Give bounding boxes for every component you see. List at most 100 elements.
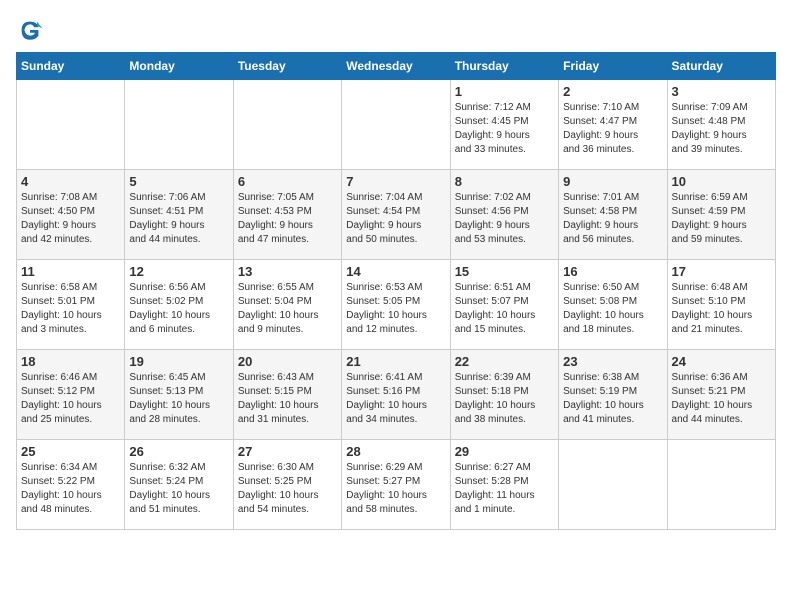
- day-info: Sunrise: 7:06 AM Sunset: 4:51 PM Dayligh…: [129, 191, 228, 247]
- calendar-cell: [17, 80, 125, 170]
- day-number: 3: [672, 84, 771, 99]
- calendar-cell: 24 Sunrise: 6:36 AM Sunset: 5:21 PM Dayli…: [667, 350, 775, 440]
- calendar-cell: 10 Sunrise: 6:59 AM Sunset: 4:59 PM Dayli…: [667, 170, 775, 260]
- calendar-cell: 11 Sunrise: 6:58 AM Sunset: 5:01 PM Dayli…: [17, 260, 125, 350]
- calendar-cell: [667, 440, 775, 530]
- day-number: 9: [563, 174, 662, 189]
- day-info: Sunrise: 6:59 AM Sunset: 4:59 PM Dayligh…: [672, 191, 771, 247]
- calendar-week-row: 1Sunrise: 7:12 AM Sunset: 4:45 PM Daylig…: [17, 80, 776, 170]
- day-info: Sunrise: 6:30 AM Sunset: 5:25 PM Dayligh…: [238, 461, 337, 517]
- day-number: 6: [238, 174, 337, 189]
- calendar-cell: 2 Sunrise: 7:10 AM Sunset: 4:47 PM Daylig…: [559, 80, 667, 170]
- calendar-cell: 18 Sunrise: 6:46 AM Sunset: 5:12 PM Dayli…: [17, 350, 125, 440]
- calendar-cell: 19 Sunrise: 6:45 AM Sunset: 5:13 PM Dayli…: [125, 350, 233, 440]
- day-number: 17: [672, 264, 771, 279]
- day-info: Sunrise: 6:34 AM Sunset: 5:22 PM Dayligh…: [21, 461, 120, 517]
- page-header: [16, 16, 776, 44]
- day-info: Sunrise: 7:09 AM Sunset: 4:48 PM Dayligh…: [672, 101, 771, 157]
- calendar-week-row: 4 Sunrise: 7:08 AM Sunset: 4:50 PM Daylig…: [17, 170, 776, 260]
- day-number: 4: [21, 174, 120, 189]
- day-number: 21: [346, 354, 445, 369]
- calendar-cell: 17 Sunrise: 6:48 AM Sunset: 5:10 PM Dayli…: [667, 260, 775, 350]
- weekday-header: Tuesday: [233, 53, 341, 80]
- logo: [16, 16, 48, 44]
- calendar-cell: 27 Sunrise: 6:30 AM Sunset: 5:25 PM Dayli…: [233, 440, 341, 530]
- calendar-cell: 26 Sunrise: 6:32 AM Sunset: 5:24 PM Dayli…: [125, 440, 233, 530]
- day-info: Sunrise: 6:56 AM Sunset: 5:02 PM Dayligh…: [129, 281, 228, 337]
- day-number: 10: [672, 174, 771, 189]
- calendar-cell: 20 Sunrise: 6:43 AM Sunset: 5:15 PM Dayli…: [233, 350, 341, 440]
- weekday-header: Thursday: [450, 53, 558, 80]
- logo-icon: [16, 16, 44, 44]
- day-number: 18: [21, 354, 120, 369]
- day-info: Sunrise: 6:45 AM Sunset: 5:13 PM Dayligh…: [129, 371, 228, 427]
- day-number: 15: [455, 264, 554, 279]
- day-info: Sunrise: 6:38 AM Sunset: 5:19 PM Dayligh…: [563, 371, 662, 427]
- calendar-cell: [342, 80, 450, 170]
- calendar-week-row: 18 Sunrise: 6:46 AM Sunset: 5:12 PM Dayli…: [17, 350, 776, 440]
- weekday-header: Friday: [559, 53, 667, 80]
- day-info: Sunrise: 7:05 AM Sunset: 4:53 PM Dayligh…: [238, 191, 337, 247]
- day-info: Sunrise: 6:46 AM Sunset: 5:12 PM Dayligh…: [21, 371, 120, 427]
- calendar-cell: 4 Sunrise: 7:08 AM Sunset: 4:50 PM Daylig…: [17, 170, 125, 260]
- day-info: Sunrise: 6:32 AM Sunset: 5:24 PM Dayligh…: [129, 461, 228, 517]
- day-number: 28: [346, 444, 445, 459]
- day-number: 25: [21, 444, 120, 459]
- day-info: Sunrise: 7:04 AM Sunset: 4:54 PM Dayligh…: [346, 191, 445, 247]
- day-number: 27: [238, 444, 337, 459]
- calendar-cell: 28Sunrise: 6:29 AM Sunset: 5:27 PM Dayli…: [342, 440, 450, 530]
- calendar-cell: 9 Sunrise: 7:01 AM Sunset: 4:58 PM Daylig…: [559, 170, 667, 260]
- calendar-cell: 6 Sunrise: 7:05 AM Sunset: 4:53 PM Daylig…: [233, 170, 341, 260]
- calendar-week-row: 11 Sunrise: 6:58 AM Sunset: 5:01 PM Dayli…: [17, 260, 776, 350]
- weekday-header: Saturday: [667, 53, 775, 80]
- day-info: Sunrise: 6:43 AM Sunset: 5:15 PM Dayligh…: [238, 371, 337, 427]
- day-info: Sunrise: 6:39 AM Sunset: 5:18 PM Dayligh…: [455, 371, 554, 427]
- day-number: 7: [346, 174, 445, 189]
- day-number: 29: [455, 444, 554, 459]
- calendar-cell: 3 Sunrise: 7:09 AM Sunset: 4:48 PM Daylig…: [667, 80, 775, 170]
- calendar-cell: 25 Sunrise: 6:34 AM Sunset: 5:22 PM Dayli…: [17, 440, 125, 530]
- day-info: Sunrise: 6:55 AM Sunset: 5:04 PM Dayligh…: [238, 281, 337, 337]
- day-info: Sunrise: 6:27 AM Sunset: 5:28 PM Dayligh…: [455, 461, 554, 517]
- calendar-cell: 7 Sunrise: 7:04 AM Sunset: 4:54 PM Daylig…: [342, 170, 450, 260]
- day-info: Sunrise: 7:12 AM Sunset: 4:45 PM Dayligh…: [455, 101, 554, 157]
- day-info: Sunrise: 6:48 AM Sunset: 5:10 PM Dayligh…: [672, 281, 771, 337]
- calendar-cell: 22 Sunrise: 6:39 AM Sunset: 5:18 PM Dayli…: [450, 350, 558, 440]
- calendar-cell: 23 Sunrise: 6:38 AM Sunset: 5:19 PM Dayli…: [559, 350, 667, 440]
- day-info: Sunrise: 6:41 AM Sunset: 5:16 PM Dayligh…: [346, 371, 445, 427]
- day-info: Sunrise: 7:08 AM Sunset: 4:50 PM Dayligh…: [21, 191, 120, 247]
- calendar-cell: 16 Sunrise: 6:50 AM Sunset: 5:08 PM Dayli…: [559, 260, 667, 350]
- day-number: 16: [563, 264, 662, 279]
- weekday-header: Wednesday: [342, 53, 450, 80]
- calendar-cell: 29 Sunrise: 6:27 AM Sunset: 5:28 PM Dayli…: [450, 440, 558, 530]
- calendar-cell: 14Sunrise: 6:53 AM Sunset: 5:05 PM Dayli…: [342, 260, 450, 350]
- day-number: 23: [563, 354, 662, 369]
- day-number: 26: [129, 444, 228, 459]
- calendar-cell: 8 Sunrise: 7:02 AM Sunset: 4:56 PM Daylig…: [450, 170, 558, 260]
- day-number: 12: [129, 264, 228, 279]
- day-number: 14: [346, 264, 445, 279]
- day-number: 24: [672, 354, 771, 369]
- weekday-header: Monday: [125, 53, 233, 80]
- calendar-table: SundayMondayTuesdayWednesdayThursdayFrid…: [16, 52, 776, 530]
- day-info: Sunrise: 6:58 AM Sunset: 5:01 PM Dayligh…: [21, 281, 120, 337]
- calendar-cell: 12 Sunrise: 6:56 AM Sunset: 5:02 PM Dayli…: [125, 260, 233, 350]
- day-info: Sunrise: 6:51 AM Sunset: 5:07 PM Dayligh…: [455, 281, 554, 337]
- calendar-cell: 13Sunrise: 6:55 AM Sunset: 5:04 PM Dayli…: [233, 260, 341, 350]
- day-number: 2: [563, 84, 662, 99]
- day-number: 19: [129, 354, 228, 369]
- day-info: Sunrise: 7:02 AM Sunset: 4:56 PM Dayligh…: [455, 191, 554, 247]
- day-info: Sunrise: 6:50 AM Sunset: 5:08 PM Dayligh…: [563, 281, 662, 337]
- day-info: Sunrise: 7:01 AM Sunset: 4:58 PM Dayligh…: [563, 191, 662, 247]
- calendar-cell: 5Sunrise: 7:06 AM Sunset: 4:51 PM Daylig…: [125, 170, 233, 260]
- calendar-week-row: 25 Sunrise: 6:34 AM Sunset: 5:22 PM Dayli…: [17, 440, 776, 530]
- day-number: 20: [238, 354, 337, 369]
- day-info: Sunrise: 6:36 AM Sunset: 5:21 PM Dayligh…: [672, 371, 771, 427]
- calendar-cell: 21 Sunrise: 6:41 AM Sunset: 5:16 PM Dayli…: [342, 350, 450, 440]
- calendar-cell: [233, 80, 341, 170]
- day-number: 11: [21, 264, 120, 279]
- day-number: 8: [455, 174, 554, 189]
- weekday-header: Sunday: [17, 53, 125, 80]
- day-info: Sunrise: 7:10 AM Sunset: 4:47 PM Dayligh…: [563, 101, 662, 157]
- day-number: 22: [455, 354, 554, 369]
